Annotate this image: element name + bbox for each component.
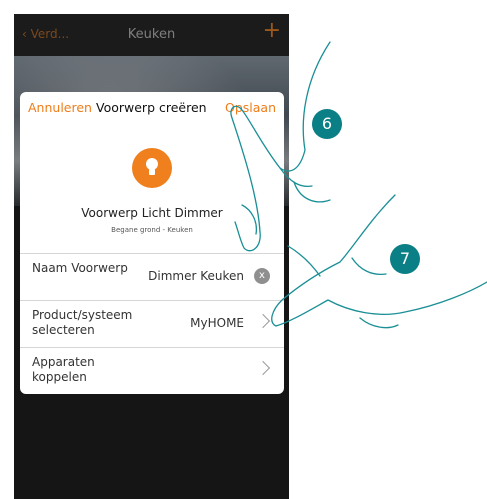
hand-7-outline: [271, 194, 487, 327]
hand-6-outline: [230, 41, 331, 252]
step-badge-7: 7: [390, 244, 420, 274]
step-badge-6: 6: [312, 109, 342, 139]
